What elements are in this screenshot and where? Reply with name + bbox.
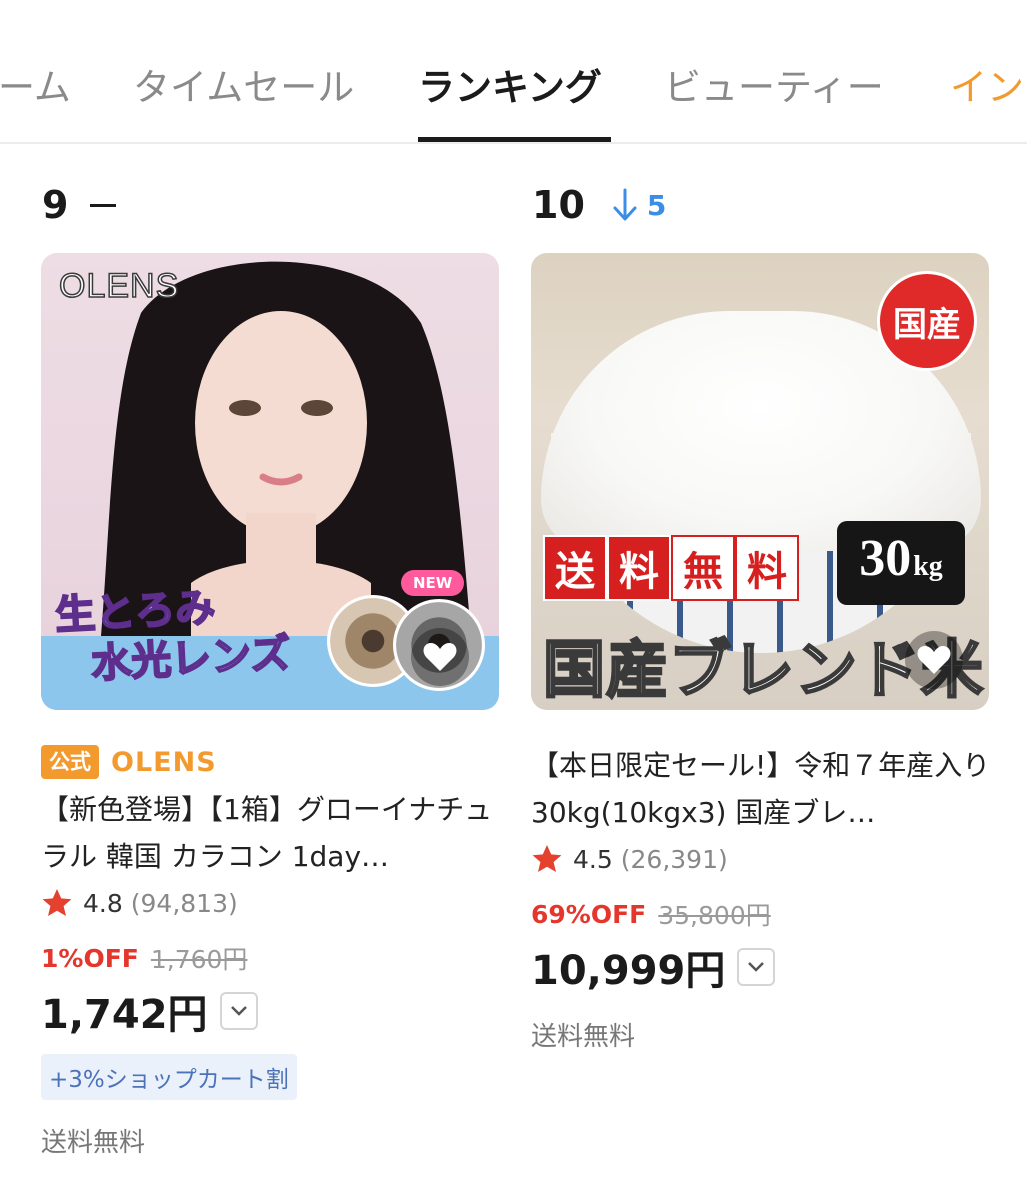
discount-row: 1%OFF 1,760円 bbox=[41, 934, 501, 982]
review-count: (94,813) bbox=[130, 888, 238, 918]
shop-row: 公式 OLENS bbox=[41, 742, 501, 782]
star-icon bbox=[532, 845, 562, 872]
active-tab-indicator bbox=[418, 137, 611, 142]
tab-home[interactable]: ーム bbox=[0, 66, 71, 110]
weight-number: 30 bbox=[859, 530, 912, 587]
review-count: (26,391) bbox=[620, 844, 728, 874]
price: 1,742円 bbox=[41, 992, 208, 1038]
rank-number: 9 bbox=[42, 183, 69, 227]
official-badge: 公式 bbox=[41, 745, 99, 779]
weight-unit: kg bbox=[913, 551, 943, 582]
chevron-down-icon[interactable] bbox=[737, 948, 776, 986]
discount-row: 69%OFF 35,800円 bbox=[531, 890, 991, 938]
rating-value: 4.8 bbox=[83, 888, 123, 918]
banner-char: 料 bbox=[735, 535, 799, 601]
domestic-badge: 国産 bbox=[877, 271, 977, 371]
product-image-rice[interactable]: 国産 送 料 無 料 30 kg 国産ブレンド米 bbox=[531, 253, 989, 710]
rank-number: 10 bbox=[532, 183, 585, 227]
star-icon bbox=[42, 889, 72, 916]
heart-icon[interactable] bbox=[411, 628, 469, 686]
free-shipping-banner: 送 料 無 料 bbox=[543, 535, 799, 601]
rating-row: 4.8 (94,813) bbox=[41, 880, 501, 926]
discount-rate: 69%OFF bbox=[531, 899, 647, 929]
rank-header-10: 10 5 bbox=[532, 182, 666, 228]
tab-ranking[interactable]: ランキング bbox=[418, 66, 602, 110]
rating-row: 4.5 (26,391) bbox=[531, 836, 991, 882]
product-title[interactable]: 【本日限定セール!】令和７年産入り 30kg(10kgx3) 国産ブレ… bbox=[531, 742, 991, 836]
brand-logo: OLENS bbox=[58, 266, 180, 306]
rank-change-value: 5 bbox=[646, 188, 667, 222]
tab-beauty[interactable]: ビューティー bbox=[664, 66, 884, 110]
banner-char: 料 bbox=[607, 535, 671, 601]
product-image-lens[interactable]: OLENS NEW 生とろみ 水光レンズ bbox=[41, 253, 499, 710]
coupon-badge[interactable]: +3%ショップカート割 bbox=[41, 1054, 297, 1100]
original-price: 35,800円 bbox=[658, 901, 771, 930]
price: 10,999円 bbox=[531, 948, 726, 994]
catch-copy-line2: 水光レンズ bbox=[89, 630, 292, 688]
tab-interior[interactable]: イン bbox=[950, 66, 1024, 110]
category-tab-bar: ーム タイムセール ランキング ビューティー イン bbox=[0, 0, 1027, 144]
product-card-info[interactable]: 【本日限定セール!】令和７年産入り 30kg(10kgx3) 国産ブレ… 4.5… bbox=[531, 742, 991, 1053]
arrow-down-icon bbox=[613, 188, 637, 222]
price-row: 10,999円 bbox=[531, 938, 991, 996]
shipping-info: 送料無料 bbox=[531, 1022, 636, 1052]
product-card-info[interactable]: 公式 OLENS 【新色登場】【1箱】グローイナチュラル 韓国 カラコン 1da… bbox=[41, 742, 501, 1159]
heart-icon[interactable] bbox=[905, 631, 963, 689]
product-title[interactable]: 【新色登場】【1箱】グローイナチュラル 韓国 カラコン 1day… bbox=[41, 786, 501, 880]
banner-char: 無 bbox=[671, 535, 735, 601]
discount-rate: 1%OFF bbox=[41, 943, 139, 973]
shop-name[interactable]: OLENS bbox=[111, 747, 217, 778]
tab-time-sale[interactable]: タイムセール bbox=[133, 66, 354, 110]
chevron-down-icon[interactable] bbox=[219, 992, 258, 1030]
weight-badge: 30 kg bbox=[837, 521, 965, 605]
new-badge: NEW bbox=[401, 570, 465, 596]
shipping-info: 送料無料 bbox=[41, 1128, 146, 1158]
banner-char: 送 bbox=[543, 535, 607, 601]
rank-header-9: 9 bbox=[42, 182, 117, 228]
price-row: 1,742円 bbox=[41, 982, 501, 1040]
dash-icon bbox=[90, 203, 117, 207]
original-price: 1,760円 bbox=[150, 945, 248, 974]
rating-value: 4.5 bbox=[573, 844, 613, 874]
